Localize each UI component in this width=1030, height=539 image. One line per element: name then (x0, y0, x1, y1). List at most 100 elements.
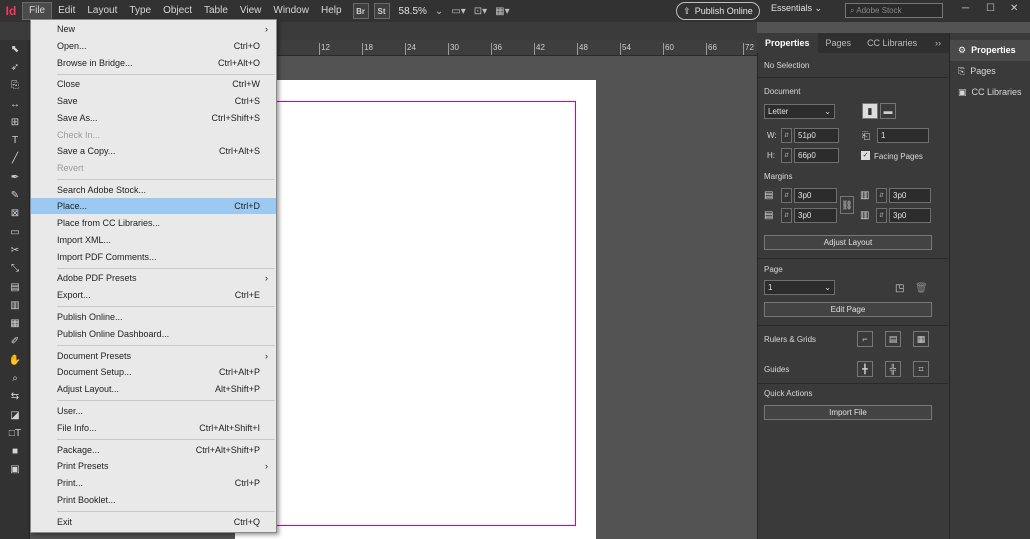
zoom-tool-icon[interactable]: ⌕ (0, 369, 30, 387)
adobe-stock-search[interactable]: ⌕ Adobe Stock (845, 3, 943, 18)
new-page-icon[interactable]: ◳ (895, 283, 904, 294)
gradient-tool-icon[interactable]: ▤ (0, 278, 30, 296)
margin-right-field[interactable]: 3p0 (889, 208, 931, 223)
portrait-orientation-icon[interactable]: ▮ (862, 103, 878, 119)
menu-item-open[interactable]: Open... Ctrl+O (31, 38, 276, 54)
menu-item-import-pdf-comments[interactable]: Import PDF Comments... (31, 249, 276, 265)
menu-item-place-from-cc-libraries[interactable]: Place from CC Libraries... (31, 215, 276, 231)
tab-properties[interactable]: Properties (757, 33, 818, 53)
gap-tool-icon[interactable]: ↔ (0, 95, 30, 113)
page-select[interactable]: 1 ⌄ (764, 280, 835, 295)
adjust-layout-button[interactable]: Adjust Layout (764, 235, 932, 250)
margin-right-stepper[interactable]: ⇵ (876, 208, 887, 223)
eyedropper-tool-icon[interactable]: ✐ (0, 333, 30, 351)
menu-help[interactable]: Help (315, 0, 348, 22)
panel-item-pages[interactable]: ⎘ Pages (950, 61, 1030, 82)
menu-file[interactable]: File (22, 2, 53, 20)
selection-tool-icon[interactable]: ⬉ (0, 40, 30, 58)
apply-color-icon[interactable]: ■ (0, 443, 30, 461)
width-field[interactable]: 51p0 (794, 128, 839, 143)
panel-collapse-icon[interactable]: ›› (927, 33, 949, 53)
facing-pages-checkbox[interactable]: ✓ (861, 151, 870, 160)
type-tool-icon[interactable]: T (0, 131, 30, 149)
landscape-orientation-icon[interactable]: ▬ (880, 103, 896, 119)
smart-guides-icon[interactable]: ⌗ (913, 361, 929, 377)
arrange-documents-icon[interactable]: ▦▾ (495, 6, 509, 17)
menu-item-print-booklet[interactable]: Print Booklet... (31, 492, 276, 508)
panel-item-cc-libraries[interactable]: ▣ CC Libraries (950, 82, 1030, 103)
pen-tool-icon[interactable]: ✒ (0, 168, 30, 186)
menu-item-new[interactable]: New › (31, 21, 276, 37)
edit-page-button[interactable]: Edit Page (764, 302, 932, 317)
publish-online-button[interactable]: ⇪ Publish Online (676, 2, 760, 20)
default-colors-icon[interactable]: ⇆ (0, 388, 30, 406)
menu-item-search-adobe-stock[interactable]: Search Adobe Stock... (31, 182, 276, 198)
menu-item-package[interactable]: Package... Ctrl+Alt+Shift+P (31, 442, 276, 458)
screen-mode-tool-icon[interactable]: ▣ (0, 461, 30, 479)
workspace-switcher[interactable]: Essentials ⌄ (771, 3, 822, 14)
hand-tool-icon[interactable]: ✋ (0, 351, 30, 369)
rulers-toggle-icon[interactable]: ⌐ (857, 331, 873, 347)
formatting-affects-icon[interactable]: □T (0, 424, 30, 442)
panel-item-properties[interactable]: ⚙ Properties (950, 40, 1030, 61)
menu-item-save[interactable]: Save Ctrl+S (31, 93, 276, 109)
chevron-down-icon[interactable]: ⌄ (435, 6, 443, 17)
menu-item-publish-online-dashboard[interactable]: Publish Online Dashboard... (31, 326, 276, 342)
menu-item-exit[interactable]: Exit Ctrl+Q (31, 514, 276, 530)
page-size-select[interactable]: Letter ⌄ (764, 104, 835, 119)
document-grid-icon[interactable]: ▦ (913, 331, 929, 347)
menu-item-document-presets[interactable]: Document Presets › (31, 348, 276, 364)
bridge-button[interactable]: Br (352, 3, 369, 19)
note-tool-icon[interactable]: ▦ (0, 314, 30, 332)
link-margins-icon[interactable]: ⛓ (840, 196, 854, 214)
close-icon[interactable]: ✕ (1010, 3, 1018, 14)
margin-top-field[interactable]: 3p0 (794, 188, 837, 203)
menu-item-close[interactable]: Close Ctrl+W (31, 76, 276, 92)
margin-left-field[interactable]: 3p0 (889, 188, 931, 203)
import-file-button[interactable]: Import File (764, 405, 932, 420)
show-guides-icon[interactable]: ╋ (857, 361, 873, 377)
margin-left-stepper[interactable]: ⇵ (876, 188, 887, 203)
zoom-level[interactable]: 58.5% (399, 6, 427, 17)
pages-count-field[interactable]: 1 (877, 128, 929, 143)
margin-bottom-stepper[interactable]: ⇵ (781, 208, 792, 223)
lock-guides-icon[interactable]: ╬ (885, 361, 901, 377)
width-stepper[interactable]: ⇵ (781, 128, 792, 143)
line-tool-icon[interactable]: ╱ (0, 150, 30, 168)
tab-cc-libraries[interactable]: CC Libraries (859, 33, 925, 53)
screen-mode-icon[interactable]: ⊡▾ (474, 6, 487, 17)
content-collector-icon[interactable]: ⊞ (0, 113, 30, 131)
menu-item-user[interactable]: User... (31, 403, 276, 419)
fill-stroke-icon[interactable]: ◪ (0, 406, 30, 424)
menu-item-print[interactable]: Print... Ctrl+P (31, 475, 276, 491)
menu-item-export[interactable]: Export... Ctrl+E (31, 287, 276, 303)
maximize-icon[interactable]: ☐ (986, 3, 995, 14)
menu-item-document-setup[interactable]: Document Setup... Ctrl+Alt+P (31, 364, 276, 380)
gradient-feather-tool-icon[interactable]: ▥ (0, 296, 30, 314)
menu-item-adjust-layout[interactable]: Adjust Layout... Alt+Shift+P (31, 381, 276, 397)
tab-pages[interactable]: Pages (818, 33, 860, 53)
menu-item-import-xml[interactable]: Import XML... (31, 232, 276, 248)
direct-selection-tool-icon[interactable]: ➶ (0, 58, 30, 76)
minimize-icon[interactable]: ─ (962, 3, 969, 14)
menu-item-publish-online[interactable]: Publish Online... (31, 309, 276, 325)
rectangle-frame-tool-icon[interactable]: ⊠ (0, 205, 30, 223)
free-transform-tool-icon[interactable]: ⤡ (0, 260, 30, 278)
menu-item-print-presets[interactable]: Print Presets › (31, 458, 276, 474)
baseline-grid-icon[interactable]: ▤ (885, 331, 901, 347)
page-tool-icon[interactable]: ⎘ (0, 77, 30, 95)
height-field[interactable]: 66p0 (794, 148, 839, 163)
menu-item-save-as[interactable]: Save As... Ctrl+Shift+S (31, 110, 276, 126)
trash-icon[interactable]: 🗑 (915, 283, 928, 294)
menu-item-place[interactable]: Place... Ctrl+D (31, 198, 276, 214)
stock-button[interactable]: St (373, 3, 390, 19)
rectangle-tool-icon[interactable]: ▭ (0, 223, 30, 241)
height-stepper[interactable]: ⇵ (781, 148, 792, 163)
margin-top-stepper[interactable]: ⇵ (781, 188, 792, 203)
margin-bottom-field[interactable]: 3p0 (794, 208, 837, 223)
menu-item-adobe-pdf-presets[interactable]: Adobe PDF Presets › (31, 270, 276, 286)
menu-item-file-info[interactable]: File Info... Ctrl+Alt+Shift+I (31, 420, 276, 436)
scissors-tool-icon[interactable]: ✂ (0, 241, 30, 259)
view-options-icon[interactable]: ▭▾ (451, 6, 465, 17)
menu-item-browse-in-bridge[interactable]: Browse in Bridge... Ctrl+Alt+O (31, 55, 276, 71)
